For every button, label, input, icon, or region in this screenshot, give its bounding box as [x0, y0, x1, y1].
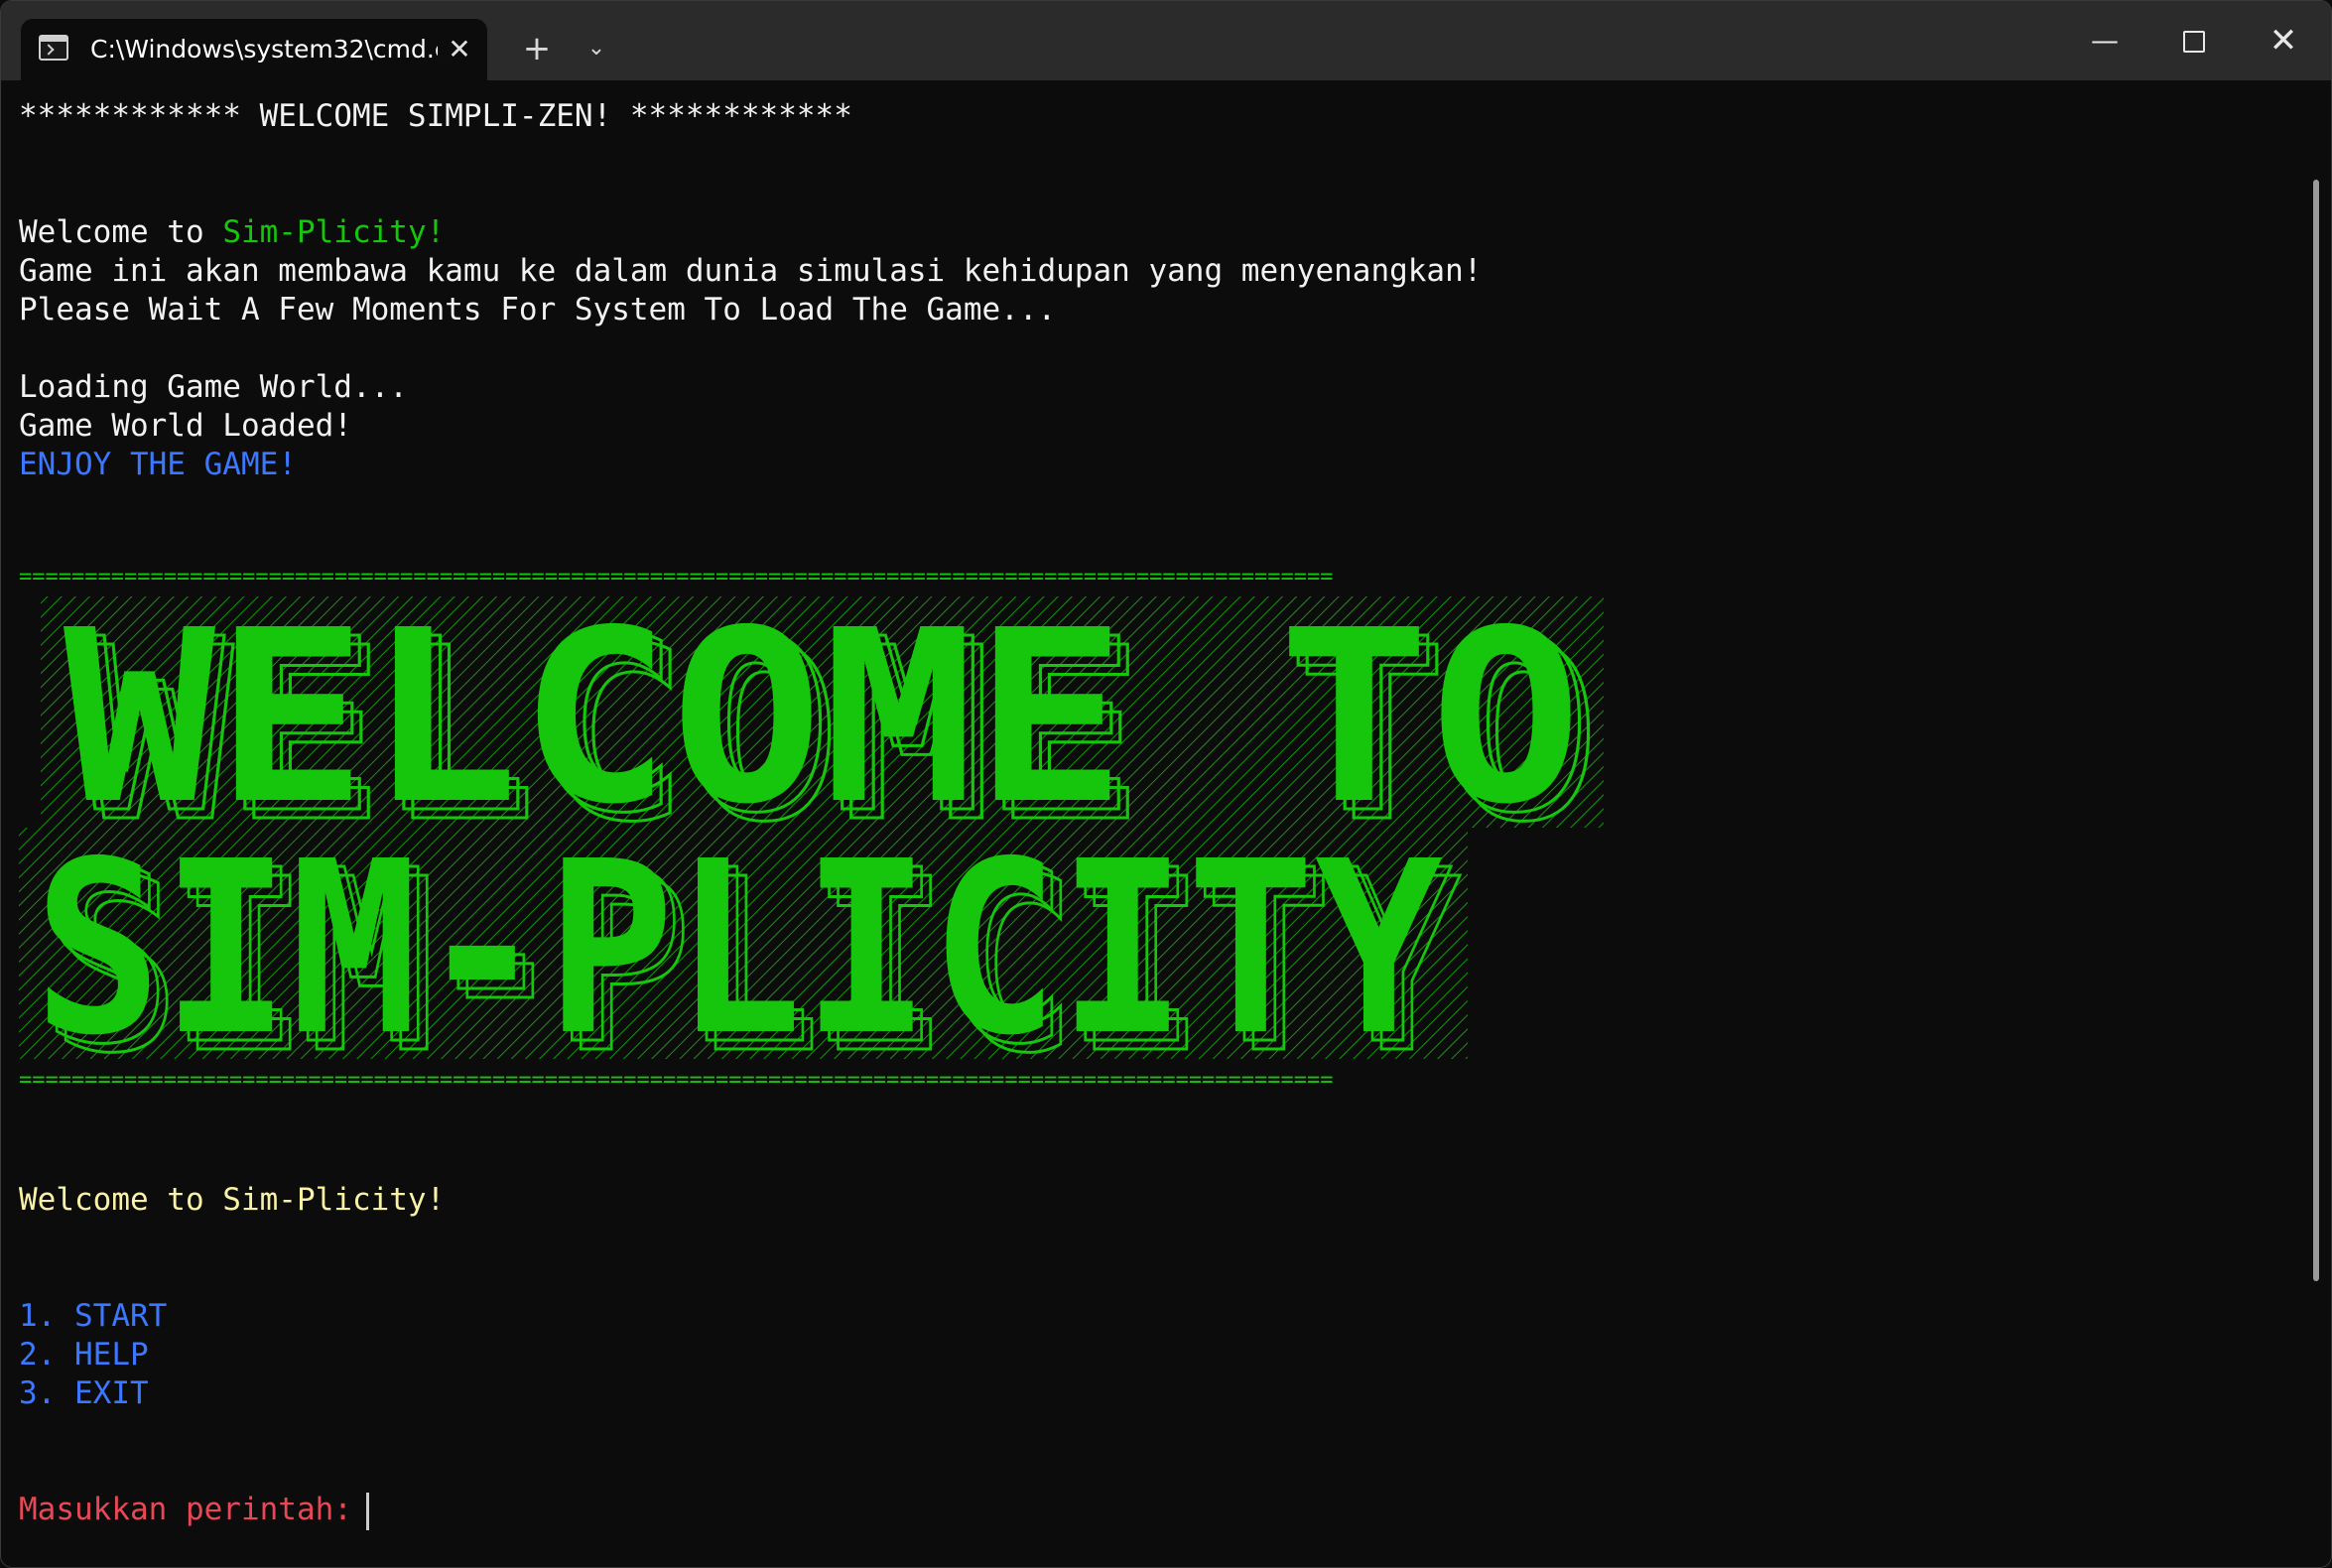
maximize-button[interactable] [2159, 11, 2229, 70]
menu-item-help[interactable]: 2. HELP [19, 1335, 149, 1374]
tab-close-icon[interactable]: ✕ [443, 33, 476, 66]
text-cursor [365, 1492, 369, 1530]
tab-title: C:\Windows\system32\cmd.exe [90, 35, 438, 64]
menu-item-exit[interactable]: 3. EXIT [19, 1373, 149, 1413]
new-tab-button[interactable]: + [515, 27, 559, 70]
enjoy-line: ENJOY THE GAME! [19, 447, 297, 482]
loaded-line: Game World Loaded! [19, 408, 352, 444]
header-line: ************ WELCOME SIMPLI-ZEN! *******… [19, 98, 852, 134]
loading-line: Loading Game World... [19, 369, 408, 405]
menu-welcome: Welcome to Sim-Plicity! [19, 1182, 446, 1218]
wait-line: Please Wait A Few Moments For System To … [19, 292, 1057, 327]
banner-line2: SIM-PLICITY [34, 810, 1443, 1068]
game-name: Sim-Plicity! [222, 214, 446, 250]
bottom-rule: ========================================… [19, 1074, 1334, 1088]
maximize-icon [2183, 30, 2205, 53]
top-rule: ========================================… [19, 571, 1334, 585]
terminal-tab[interactable]: C:\Windows\system32\cmd.exe ✕ [21, 19, 487, 80]
menu-item-start[interactable]: 1. START [19, 1296, 167, 1336]
ascii-banner: WELCOME TO WELCOME TO WELCOME TO SIM-PLI… [19, 596, 1604, 1068]
chevron-down-icon[interactable]: ⌄ [575, 27, 618, 70]
prompt-label: Masukkan perintah: [19, 1492, 352, 1527]
scrollbar[interactable] [2313, 180, 2319, 1281]
welcome-line: Welcome to Sim-Plicity! [19, 212, 445, 252]
welcome-prefix: Welcome to [19, 214, 223, 250]
command-prompt[interactable]: Masukkan perintah: [19, 1490, 369, 1530]
title-bar: C:\Windows\system32\cmd.exe ✕ + ⌄ — ✕ [1, 1, 2331, 80]
intro-line: Game ini akan membawa kamu ke dalam duni… [19, 253, 1483, 289]
cmd-icon [39, 35, 68, 61]
close-window-button[interactable]: ✕ [2249, 11, 2318, 70]
terminal-window: C:\Windows\system32\cmd.exe ✕ + ⌄ — ✕ **… [0, 0, 2332, 1568]
minimize-button[interactable]: — [2070, 11, 2139, 70]
